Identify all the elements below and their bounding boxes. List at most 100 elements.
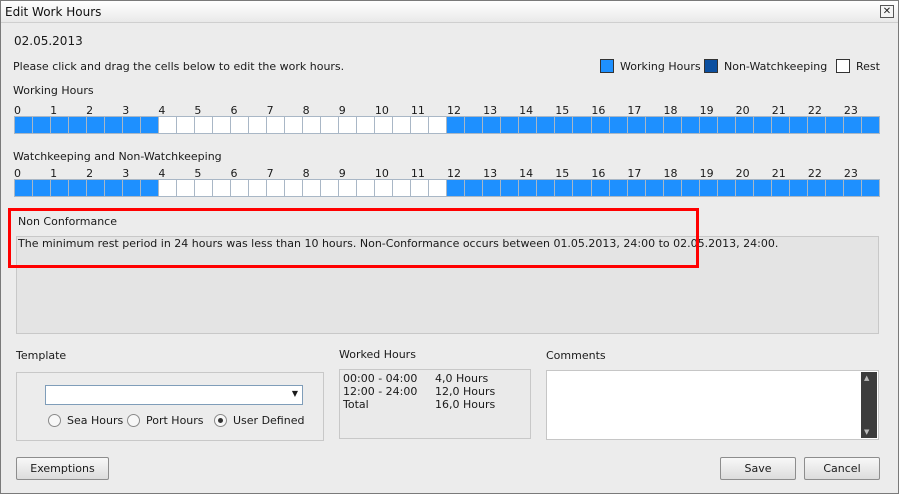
half-hour-cell[interactable]: [105, 179, 124, 197]
half-hour-cell[interactable]: [771, 179, 790, 197]
half-hour-cell[interactable]: [177, 116, 196, 134]
save-button[interactable]: Save: [720, 457, 796, 480]
half-hour-cell[interactable]: [267, 179, 286, 197]
half-hour-cell[interactable]: [825, 116, 844, 134]
half-hour-cell[interactable]: [33, 179, 52, 197]
half-hour-cell[interactable]: [555, 179, 574, 197]
half-hour-cell[interactable]: [591, 116, 610, 134]
half-hour-cell[interactable]: [87, 179, 106, 197]
scroll-down-icon[interactable]: ▼: [864, 428, 869, 436]
half-hour-cell[interactable]: [519, 179, 538, 197]
half-hour-cell[interactable]: [663, 116, 682, 134]
half-hour-cell[interactable]: [123, 116, 142, 134]
half-hour-cell[interactable]: [843, 116, 862, 134]
half-hour-cell[interactable]: [87, 116, 106, 134]
half-hour-cell[interactable]: [411, 179, 430, 197]
half-hour-cell[interactable]: [627, 179, 646, 197]
half-hour-cell[interactable]: [375, 179, 394, 197]
exemptions-button[interactable]: Exemptions: [16, 457, 109, 480]
radio-user-defined[interactable]: User Defined: [214, 414, 304, 427]
half-hour-cell[interactable]: [825, 179, 844, 197]
cancel-button[interactable]: Cancel: [804, 457, 880, 480]
half-hour-cell[interactable]: [429, 116, 448, 134]
half-hour-cell[interactable]: [717, 179, 736, 197]
half-hour-cell[interactable]: [465, 116, 484, 134]
radio-port-hours-circle[interactable]: [127, 414, 140, 427]
half-hour-cell[interactable]: [411, 116, 430, 134]
half-hour-cell[interactable]: [375, 116, 394, 134]
half-hour-cell[interactable]: [357, 179, 376, 197]
scroll-up-icon[interactable]: ▲: [864, 374, 869, 382]
half-hour-cell[interactable]: [627, 116, 646, 134]
half-hour-cell[interactable]: [843, 179, 862, 197]
comments-textarea[interactable]: ▲ ▼: [546, 370, 879, 440]
half-hour-cell[interactable]: [573, 179, 592, 197]
half-hour-cell[interactable]: [735, 179, 754, 197]
half-hour-cell[interactable]: [483, 179, 502, 197]
half-hour-cell[interactable]: [429, 179, 448, 197]
half-hour-cell[interactable]: [231, 116, 250, 134]
half-hour-cell[interactable]: [249, 179, 268, 197]
half-hour-cell[interactable]: [51, 116, 70, 134]
template-dropdown[interactable]: ▼: [45, 385, 303, 405]
chevron-down-icon[interactable]: ▼: [292, 389, 298, 398]
half-hour-cell[interactable]: [501, 116, 520, 134]
half-hour-cell[interactable]: [123, 179, 142, 197]
half-hour-cell[interactable]: [663, 179, 682, 197]
radio-sea-hours[interactable]: Sea Hours: [48, 414, 123, 427]
half-hour-cell[interactable]: [681, 179, 700, 197]
half-hour-cell[interactable]: [645, 116, 664, 134]
half-hour-cell[interactable]: [807, 116, 826, 134]
half-hour-cell[interactable]: [285, 116, 304, 134]
half-hour-cell[interactable]: [465, 179, 484, 197]
half-hour-cell[interactable]: [105, 116, 124, 134]
half-hour-cell[interactable]: [249, 116, 268, 134]
half-hour-cell[interactable]: [285, 179, 304, 197]
half-hour-cell[interactable]: [645, 179, 664, 197]
half-hour-cell[interactable]: [807, 179, 826, 197]
comments-scrollbar[interactable]: ▲ ▼: [861, 372, 877, 438]
half-hour-cell[interactable]: [753, 116, 772, 134]
half-hour-cell[interactable]: [555, 116, 574, 134]
half-hour-cell[interactable]: [681, 116, 700, 134]
half-hour-cell[interactable]: [771, 116, 790, 134]
radio-user-defined-circle[interactable]: [214, 414, 227, 427]
half-hour-cell[interactable]: [303, 179, 322, 197]
half-hour-cell[interactable]: [69, 179, 88, 197]
half-hour-cell[interactable]: [141, 116, 160, 134]
half-hour-cell[interactable]: [303, 116, 322, 134]
half-hour-cell[interactable]: [699, 116, 718, 134]
half-hour-cell[interactable]: [69, 116, 88, 134]
half-hour-cell[interactable]: [14, 116, 34, 134]
close-icon[interactable]: ✕: [880, 5, 894, 18]
half-hour-cell[interactable]: [159, 179, 178, 197]
half-hour-cell[interactable]: [339, 179, 358, 197]
half-hour-cell[interactable]: [753, 179, 772, 197]
half-hour-cell[interactable]: [195, 179, 214, 197]
half-hour-cell[interactable]: [33, 116, 52, 134]
half-hour-cell[interactable]: [537, 179, 556, 197]
half-hour-cell[interactable]: [14, 179, 34, 197]
half-hour-cell[interactable]: [501, 179, 520, 197]
watchkeeping-grid[interactable]: [14, 179, 880, 197]
half-hour-cell[interactable]: [735, 116, 754, 134]
radio-sea-hours-circle[interactable]: [48, 414, 61, 427]
half-hour-cell[interactable]: [195, 116, 214, 134]
half-hour-cell[interactable]: [51, 179, 70, 197]
half-hour-cell[interactable]: [213, 179, 232, 197]
half-hour-cell[interactable]: [159, 116, 178, 134]
half-hour-cell[interactable]: [609, 179, 628, 197]
half-hour-cell[interactable]: [213, 116, 232, 134]
half-hour-cell[interactable]: [231, 179, 250, 197]
radio-port-hours[interactable]: Port Hours: [127, 414, 204, 427]
half-hour-cell[interactable]: [519, 116, 538, 134]
half-hour-cell[interactable]: [717, 116, 736, 134]
half-hour-cell[interactable]: [789, 116, 808, 134]
half-hour-cell[interactable]: [339, 116, 358, 134]
half-hour-cell[interactable]: [393, 179, 412, 197]
half-hour-cell[interactable]: [447, 116, 466, 134]
half-hour-cell[interactable]: [861, 116, 880, 134]
half-hour-cell[interactable]: [699, 179, 718, 197]
half-hour-cell[interactable]: [573, 116, 592, 134]
half-hour-cell[interactable]: [537, 116, 556, 134]
